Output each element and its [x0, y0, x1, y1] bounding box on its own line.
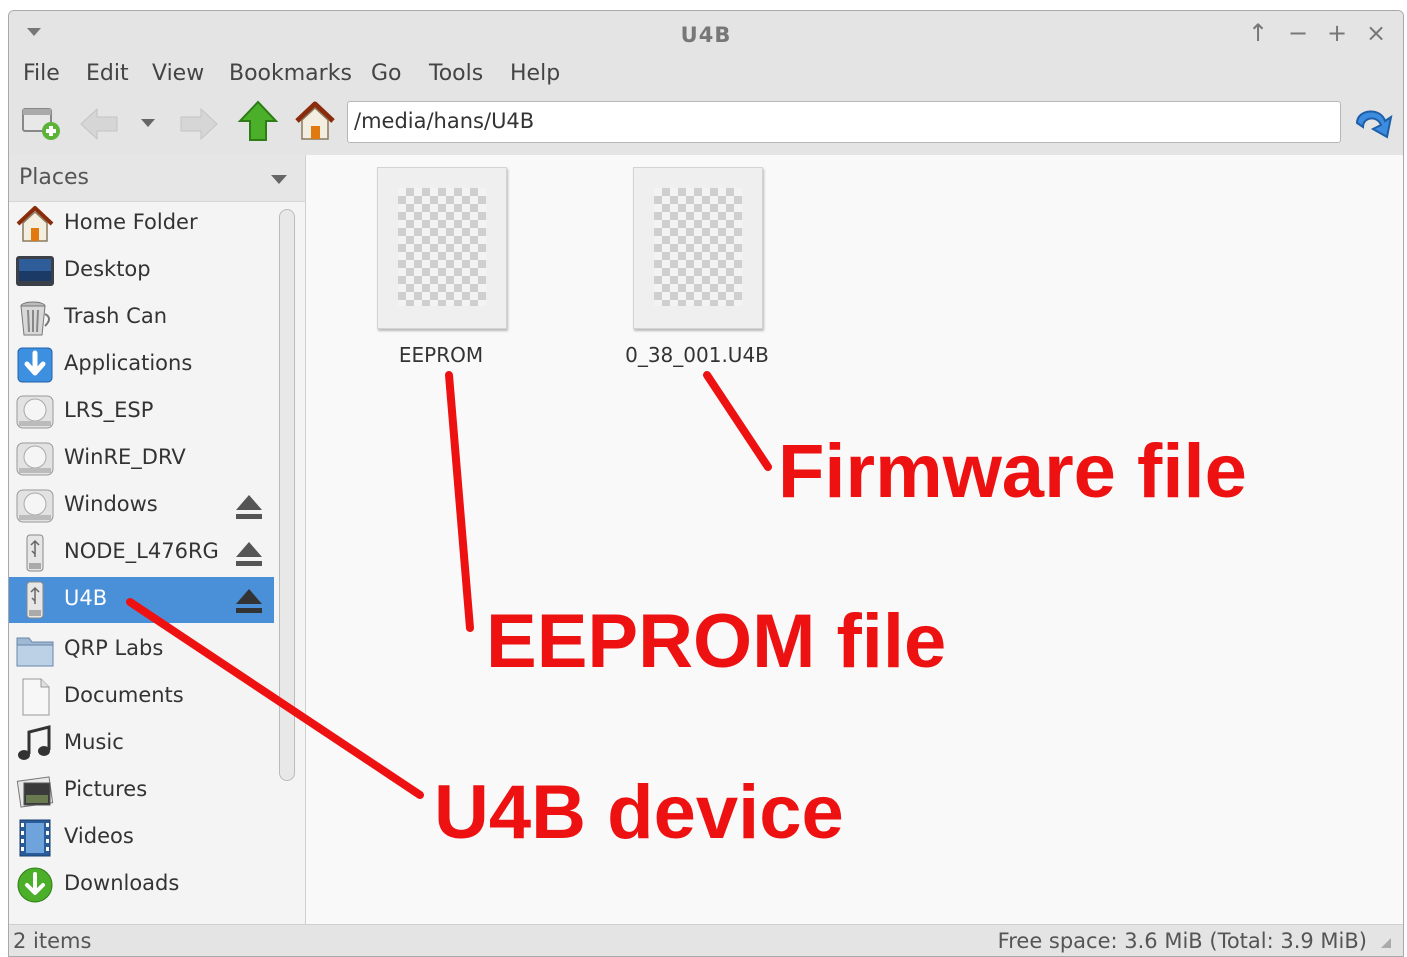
sidebar-item-desktop[interactable]: Desktop: [9, 248, 274, 294]
menu-edit[interactable]: Edit: [86, 61, 129, 86]
sidebar-item-label: Windows: [64, 492, 158, 516]
sidebar-item-label: QRP Labs: [64, 636, 164, 660]
sidebar-item-label: Applications: [64, 351, 193, 375]
file-name: EEPROM: [398, 343, 484, 367]
minimize-button[interactable]: −: [1285, 20, 1311, 46]
eeprom-annotation: EEPROM file: [486, 599, 947, 684]
sidebar-item-label: Downloads: [64, 871, 180, 895]
file-icon: [633, 167, 763, 329]
status-bar: 2 items Free space: 3.6 MiB (Total: 3.9 …: [9, 924, 1403, 956]
sidebar-item-label: Home Folder: [64, 210, 198, 234]
menu-bar: File Edit View Bookmarks Go Tools Help: [9, 57, 1403, 95]
documents-icon: [22, 678, 50, 716]
back-icon[interactable]: [77, 105, 121, 143]
home-icon: [16, 206, 54, 242]
forward-icon[interactable]: [177, 105, 221, 143]
sidebar-item-applications[interactable]: Applications: [9, 342, 274, 388]
device-annotation: U4B device: [434, 770, 844, 855]
address-bar: [347, 101, 1341, 143]
firmware-annotation: Firmware file: [778, 429, 1247, 514]
sidebar-item-label: Music: [64, 730, 124, 754]
folder-icon: [16, 637, 54, 667]
window-title: U4B: [680, 23, 732, 47]
home-icon[interactable]: [293, 99, 337, 143]
sidebar-item-node-l476rg[interactable]: NODE_L476RG: [9, 530, 274, 576]
downloads-icon: [17, 867, 53, 903]
sidebar-item-label: U4B: [64, 586, 108, 610]
sidebar-item-label: Desktop: [64, 257, 151, 281]
sidebar-item-label: Documents: [64, 683, 184, 707]
sidebar-item-label: WinRE_DRV: [64, 445, 186, 469]
new-tab-icon[interactable]: [21, 103, 63, 143]
drive-icon: [16, 442, 54, 476]
menu-go[interactable]: Go: [371, 61, 402, 86]
free-space: Free space: 3.6 MiB (Total: 3.9 MiB): [997, 929, 1367, 953]
sidebar-item-downloads[interactable]: Downloads: [9, 862, 274, 908]
toolbar: [9, 95, 1403, 156]
item-count: 2 items: [13, 929, 92, 953]
sidebar-scrollbar[interactable]: [279, 209, 295, 781]
maximize-button[interactable]: +: [1324, 20, 1350, 46]
resize-grip-icon[interactable]: [1381, 938, 1391, 948]
places-header[interactable]: Places: [9, 155, 305, 202]
menu-view[interactable]: View: [152, 61, 204, 86]
places-dropdown-icon[interactable]: [271, 175, 287, 184]
up-icon[interactable]: [237, 99, 279, 143]
drive-icon: [16, 395, 54, 429]
sidebar-item-music[interactable]: Music: [9, 721, 274, 767]
sidebar-item-qrp-labs[interactable]: QRP Labs: [9, 627, 274, 673]
location-input[interactable]: [354, 109, 1314, 133]
history-dropdown-icon[interactable]: [141, 119, 155, 127]
sidebar-item-pictures[interactable]: Pictures: [9, 768, 274, 814]
videos-icon: [19, 819, 51, 857]
menu-help[interactable]: Help: [510, 61, 560, 86]
trash-icon: [20, 301, 50, 336]
eject-icon[interactable]: [234, 493, 264, 521]
file-icon: [377, 167, 507, 329]
menu-file[interactable]: File: [23, 61, 60, 86]
menu-bookmarks[interactable]: Bookmarks: [229, 61, 352, 86]
sidebar-item-home-folder[interactable]: Home Folder: [9, 201, 274, 247]
sidebar-item-label: Pictures: [64, 777, 148, 801]
sidebar-item-documents[interactable]: Documents: [9, 674, 274, 720]
menu-tools[interactable]: Tools: [429, 61, 483, 86]
close-button[interactable]: ×: [1363, 20, 1389, 46]
sidebar-item-trash-can[interactable]: Trash Can: [9, 295, 274, 341]
places-title: Places: [19, 165, 89, 190]
desktop-icon: [16, 256, 54, 286]
applications-icon: [17, 347, 53, 383]
sidebar-item-label: Trash Can: [64, 304, 168, 328]
drive-icon: [16, 489, 54, 523]
places-sidebar: Places Home Folder Desktop Trash Can App…: [9, 155, 306, 925]
pictures-icon: [16, 776, 54, 808]
usb-icon: [26, 581, 44, 619]
file-name: 0_38_001.U4B: [625, 343, 769, 367]
sidebar-item-videos[interactable]: Videos: [9, 815, 274, 861]
eject-icon[interactable]: [234, 587, 264, 615]
eject-icon[interactable]: [234, 540, 264, 568]
sidebar-item-lrs-esp[interactable]: LRS_ESP: [9, 389, 274, 435]
usb-icon: [26, 534, 44, 572]
go-icon[interactable]: [1351, 101, 1395, 145]
sidebar-item-u4b[interactable]: U4B: [9, 577, 274, 623]
sidebar-item-windows[interactable]: Windows: [9, 483, 274, 529]
title-bar: U4B ↑ − + ×: [9, 11, 1403, 57]
sidebar-item-label: NODE_L476RG: [64, 539, 219, 563]
sidebar-item-winre-drv[interactable]: WinRE_DRV: [9, 436, 274, 482]
music-icon: [18, 725, 51, 760]
sidebar-item-label: Videos: [64, 824, 134, 848]
keep-above-button[interactable]: ↑: [1245, 20, 1271, 46]
sidebar-item-label: LRS_ESP: [64, 398, 154, 422]
